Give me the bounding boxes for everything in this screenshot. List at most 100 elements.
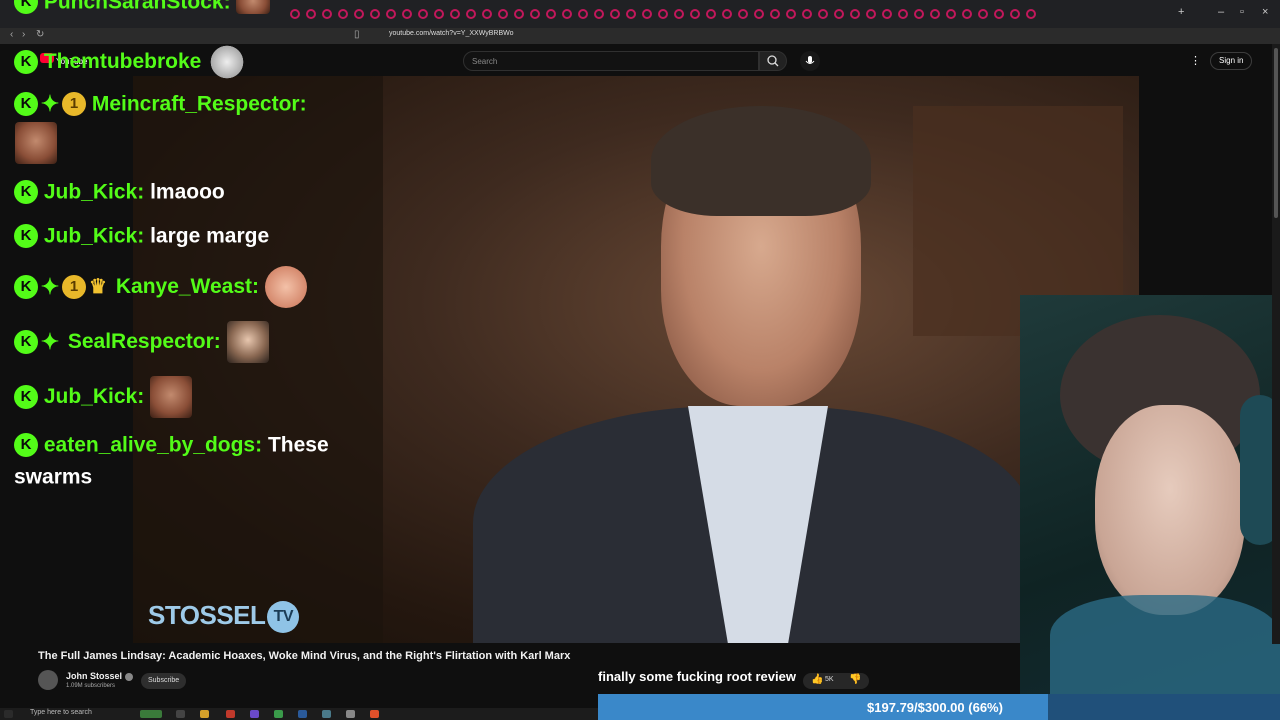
chat-text: large marge [150,224,270,248]
tab-icon[interactable] [450,9,460,19]
more-options-icon[interactable]: ⋮ [1190,54,1201,67]
channel-name[interactable]: John Stossel [66,671,134,681]
tab-icon[interactable] [1010,9,1020,19]
emote-icon [15,122,57,164]
minimize-icon[interactable]: – [1218,6,1224,18]
tab-icon[interactable] [290,9,300,19]
tab-icon[interactable] [546,9,556,19]
task-view-icon[interactable] [176,710,185,718]
chat-message: K ✦ SealRespector: [14,321,269,363]
channel-avatar[interactable] [38,670,58,690]
chat-username: Kanye_Weast: [115,275,260,298]
app-icon[interactable] [322,710,331,718]
search-input[interactable]: Search [463,51,759,71]
tab-icon[interactable] [530,9,540,19]
tab-icon[interactable] [658,9,668,19]
kick-badge-icon: K [14,180,38,205]
tab-icon[interactable] [498,9,508,19]
tab-icon[interactable] [306,9,316,19]
tab-icon[interactable] [642,9,652,19]
dislike-icon[interactable]: 👎 [849,674,861,685]
tab-icon[interactable] [434,9,444,19]
tab-icon[interactable] [386,9,396,19]
tab-icon[interactable] [914,9,924,19]
reload-icon[interactable]: ↻ [36,29,44,40]
start-icon[interactable] [4,710,13,718]
tab-icon[interactable] [738,9,748,19]
chat-message: K ✦ 1 Meincraft_Respector: [14,91,307,117]
channel-watermark: STOSSEL TV [148,600,300,634]
tab-icon[interactable] [578,9,588,19]
tab-icon[interactable] [930,9,940,19]
sign-in-button[interactable]: Sign in [1210,52,1253,70]
tab-icon[interactable] [706,9,716,19]
tab-icon[interactable] [418,9,428,19]
brave-icon[interactable] [370,710,379,718]
browser-tabs[interactable] [290,9,1036,19]
close-icon[interactable]: × [1262,6,1268,18]
tab-icon[interactable] [818,9,828,19]
scrollbar-thumb[interactable] [1274,48,1278,218]
subscribe-button[interactable]: Subscribe [141,673,187,689]
kick-badge-icon: K [14,92,38,117]
forward-icon[interactable]: › [22,29,25,40]
tab-icon[interactable] [754,9,764,19]
tab-icon[interactable] [626,9,636,19]
tab-icon[interactable] [786,9,796,19]
tab-icon[interactable] [610,9,620,19]
app-icon[interactable] [250,710,259,718]
like-icon[interactable]: 👍 [811,674,823,685]
donation-goal-text: $197.79/$300.00 (66%) [867,700,1003,715]
tab-icon[interactable] [898,9,908,19]
tab-icon[interactable] [850,9,860,19]
tab-icon[interactable] [338,9,348,19]
tab-icon[interactable] [322,9,332,19]
url-field[interactable]: youtube.com/watch?v=Y_XXWyBRBWo [389,30,514,37]
tab-icon[interactable] [674,9,684,19]
tab-icon[interactable] [466,9,476,19]
app-icon[interactable] [226,710,235,718]
tab-icon[interactable] [690,9,700,19]
emote-icon [207,44,248,80]
address-bar: ‹ › ↻ ▯ youtube.com/watch?v=Y_XXWyBRBWo [0,28,1280,44]
tab-icon[interactable] [866,9,876,19]
back-icon[interactable]: ‹ [10,29,13,40]
weather-icon[interactable] [140,710,162,718]
video-title: The Full James Lindsay: Academic Hoaxes,… [38,650,571,662]
tab-icon[interactable] [354,9,364,19]
verified-icon [125,672,134,681]
tab-icon[interactable] [882,9,892,19]
kick-badge-icon: K [14,385,38,409]
tab-icon[interactable] [514,9,524,19]
tab-icon[interactable] [834,9,844,19]
tab-icon[interactable] [770,9,780,19]
tab-icon[interactable] [370,9,380,19]
tab-icon[interactable] [994,9,1004,19]
tab-icon[interactable] [978,9,988,19]
app-icon[interactable] [346,710,355,718]
tab-icon[interactable] [946,9,956,19]
channel-name-text[interactable]: John Stossel [66,671,122,681]
file-explorer-icon[interactable] [200,710,209,718]
tab-icon[interactable] [962,9,972,19]
voice-search-button[interactable] [800,51,820,71]
taskbar-search[interactable]: Type here to search [30,709,92,716]
tab-icon[interactable] [802,9,812,19]
streamer-face [1095,405,1245,615]
bookmark-icon[interactable]: ▯ [354,29,360,40]
tab-icon[interactable] [482,9,492,19]
page-scrollbar[interactable] [1272,44,1280,644]
new-tab-icon[interactable]: + [1178,6,1184,18]
video-player[interactable] [133,76,1139,643]
tab-icon[interactable] [1026,9,1036,19]
chrome-icon[interactable] [274,710,283,718]
search-button[interactable] [759,51,787,71]
tab-icon[interactable] [562,9,572,19]
steam-icon[interactable] [298,710,307,718]
chat-username: eaten_alive_by_dogs: [43,433,263,457]
tab-icon[interactable] [402,9,412,19]
tab-icon[interactable] [722,9,732,19]
maximize-icon[interactable]: ▫ [1240,6,1244,18]
tab-icon[interactable] [594,9,604,19]
subscriber-badge-icon: ✦ [40,91,60,117]
